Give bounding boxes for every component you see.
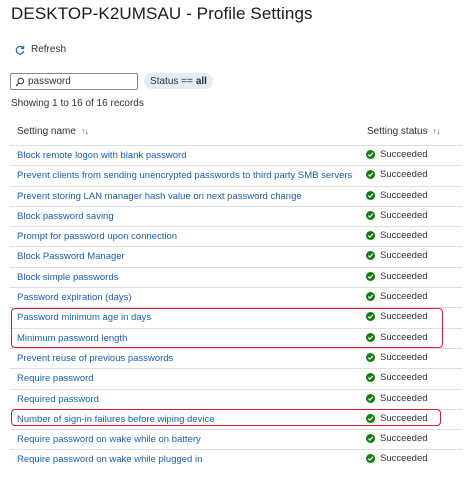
success-check-icon — [366, 271, 375, 281]
success-check-icon — [366, 352, 375, 362]
status-cell: Succeeded — [366, 149, 428, 160]
column-header-setting-name-label: Setting name — [17, 126, 76, 137]
search-box[interactable] — [10, 73, 138, 90]
table-row[interactable]: Block remote logon with blank password Su… — [10, 145, 462, 165]
table-row[interactable]: Require password on wake while plugged i… — [10, 449, 462, 469]
success-check-icon — [366, 292, 375, 302]
status-cell: Succeeded — [366, 169, 428, 180]
success-check-icon — [366, 150, 375, 159]
refresh-icon — [15, 45, 25, 55]
success-check-icon — [366, 210, 375, 220]
column-header-setting-status[interactable]: Setting status ↑↓ — [367, 126, 441, 137]
setting-name-link[interactable]: Prevent storing LAN manager hash value o… — [17, 191, 302, 202]
table-row[interactable]: Prevent clients from sending unencrypted… — [10, 165, 462, 185]
status-cell: Succeeded — [366, 453, 428, 464]
status-text: Succeeded — [380, 250, 428, 262]
setting-name-link[interactable]: Require password on wake while plugged i… — [17, 454, 202, 465]
status-text: Succeeded — [380, 372, 428, 384]
status-cell: Succeeded — [366, 413, 428, 424]
status-text: Succeeded — [380, 453, 428, 465]
status-cell: Succeeded — [366, 393, 428, 404]
table-row[interactable]: Prevent reuse of previous passwords Succe… — [10, 347, 462, 368]
status-cell: Succeeded — [366, 332, 428, 343]
status-filter-pill[interactable]: Status == all — [144, 73, 213, 89]
setting-name-link[interactable]: Require password — [17, 373, 94, 384]
success-check-icon — [366, 170, 375, 180]
table-row[interactable]: Prevent storing LAN manager hash value o… — [10, 185, 462, 206]
table-row[interactable]: Require password on wake while on batter… — [10, 429, 462, 449]
refresh-label: Refresh — [31, 44, 67, 55]
status-text: Succeeded — [380, 311, 428, 323]
success-check-icon — [366, 251, 375, 261]
status-text: Succeeded — [380, 230, 428, 242]
status-cell: Succeeded — [366, 372, 428, 383]
setting-name-link[interactable]: Block password saving — [17, 211, 114, 222]
status-text: Succeeded — [380, 169, 428, 181]
settings-table: Block remote logon with blank password Su… — [10, 145, 462, 470]
table-row[interactable]: Password minimum age in days Succeeded — [10, 307, 462, 327]
refresh-button[interactable]: Refresh — [15, 44, 66, 55]
status-text: Succeeded — [380, 189, 428, 201]
success-check-icon — [366, 413, 375, 423]
table-row[interactable]: Password expiration (days) Succeeded — [10, 287, 462, 307]
status-cell: Succeeded — [366, 311, 428, 322]
success-check-icon — [366, 332, 375, 342]
setting-name-link[interactable]: Password minimum age in days — [17, 312, 151, 323]
status-cell: Succeeded — [366, 271, 428, 282]
status-text: Succeeded — [380, 433, 428, 445]
success-check-icon — [366, 190, 375, 200]
setting-name-link[interactable]: Block remote logon with blank password — [17, 150, 187, 161]
status-text: Succeeded — [380, 270, 428, 282]
setting-name-link[interactable]: Required password — [17, 394, 99, 405]
table-row[interactable]: Number of sign-in failures before wiping… — [10, 408, 462, 429]
column-header-setting-status-label: Setting status — [367, 126, 428, 137]
status-cell: Succeeded — [366, 250, 428, 261]
status-cell: Succeeded — [366, 210, 428, 221]
setting-name-link[interactable]: Prevent clients from sending unencrypted… — [17, 170, 352, 181]
success-check-icon — [366, 393, 375, 403]
status-filter-prefix: Status == — [150, 75, 193, 87]
setting-name-link[interactable]: Minimum password length — [17, 333, 127, 344]
table-row[interactable]: Minimum password length Succeeded — [10, 327, 462, 348]
setting-name-link[interactable]: Block simple passwords — [17, 272, 118, 283]
status-text: Succeeded — [380, 392, 428, 404]
table-row[interactable]: Require password Succeeded — [10, 368, 462, 388]
setting-name-link[interactable]: Number of sign-in failures before wiping… — [17, 414, 215, 425]
table-row[interactable]: Required password Succeeded — [10, 388, 462, 409]
status-text: Succeeded — [380, 351, 428, 363]
table-row[interactable]: Prompt for password upon connection Succe… — [10, 226, 462, 246]
sort-icon: ↑↓ — [80, 126, 89, 136]
status-text: Succeeded — [380, 149, 428, 160]
success-check-icon — [366, 434, 375, 444]
status-text: Succeeded — [380, 331, 428, 343]
setting-name-link[interactable]: Require password on wake while on batter… — [17, 434, 201, 445]
table-row[interactable]: Block password saving Succeeded — [10, 205, 462, 226]
setting-name-link[interactable]: Password expiration (days) — [17, 292, 132, 303]
setting-name-link[interactable]: Prevent reuse of previous passwords — [17, 353, 173, 364]
column-header-setting-name[interactable]: Setting name ↑↓ — [17, 126, 89, 137]
status-cell: Succeeded — [366, 230, 428, 241]
table-row[interactable]: Block Password Manager Succeeded — [10, 246, 462, 266]
success-check-icon — [366, 312, 375, 322]
status-filter-value: all — [195, 75, 207, 87]
more-options-icon[interactable]: ··· — [289, 9, 304, 23]
page-title: DESKTOP-K2UMSAU - Profile Settings — [11, 4, 313, 23]
success-check-icon — [366, 454, 375, 464]
status-cell: Succeeded — [366, 352, 428, 363]
table-row[interactable]: Block simple passwords Succeeded — [10, 266, 462, 287]
status-cell: Succeeded — [366, 433, 428, 444]
success-check-icon — [366, 373, 375, 383]
status-text: Succeeded — [380, 412, 428, 424]
status-cell: Succeeded — [366, 190, 428, 201]
setting-name-link[interactable]: Prompt for password upon connection — [17, 231, 177, 242]
status-text: Succeeded — [380, 209, 428, 221]
success-check-icon — [366, 231, 375, 241]
status-cell: Succeeded — [366, 291, 428, 302]
sort-icon: ↑↓ — [432, 126, 441, 136]
search-input[interactable] — [28, 76, 128, 87]
search-icon — [15, 77, 25, 86]
status-text: Succeeded — [380, 291, 428, 303]
setting-name-link[interactable]: Block Password Manager — [17, 251, 125, 262]
record-count: Showing 1 to 16 of 16 records — [11, 98, 144, 109]
